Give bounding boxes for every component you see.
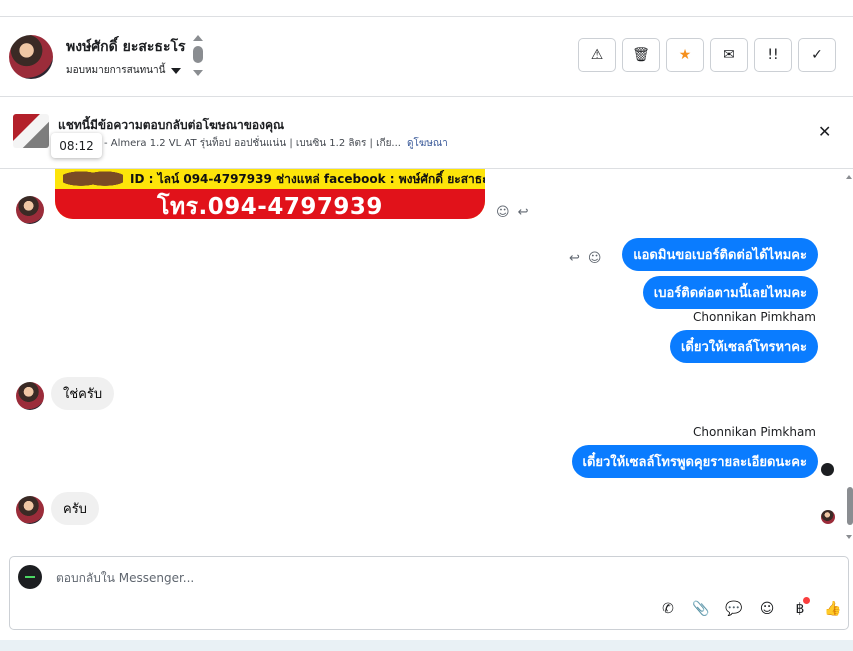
contact-avatar[interactable]	[9, 35, 53, 79]
message-thread[interactable]: ID : ไลน์ 094-4797939 ช่างแหล่ facebook …	[0, 169, 853, 555]
ad-context-bar: แชทนี้มีข้อความตอบกลับต่อโฆษณาของคุณ - A…	[0, 97, 853, 169]
like-icon[interactable]: 👍	[823, 599, 843, 619]
emoji-react-icon[interactable]: ☺	[588, 251, 602, 266]
baht-icon: ฿	[795, 601, 805, 617]
ad-image-attachment[interactable]: ID : ไลน์ 094-4797939 ช่างแหล่ facebook …	[55, 169, 485, 219]
bottom-strip	[0, 640, 853, 651]
contact-avatar-small[interactable]	[16, 496, 44, 524]
assign-conversation-dropdown[interactable]: มอบหมายการสนทนานี้	[66, 63, 182, 78]
spam-button[interactable]: ⚠	[578, 38, 616, 72]
incoming-message[interactable]: ครับ	[51, 492, 99, 525]
scroll-thumb[interactable]	[193, 46, 203, 63]
ad-thumbnail[interactable]	[13, 114, 49, 148]
outgoing-message[interactable]: เดี๋ยวให้เซลล์โทรหาคะ	[669, 330, 818, 363]
reply-input[interactable]	[54, 567, 614, 589]
header-scroll-control[interactable]	[192, 33, 204, 81]
mark-unread-button[interactable]: ✉	[710, 38, 748, 72]
page-seen-avatar	[821, 463, 834, 476]
page-avatar	[18, 565, 42, 589]
add-call-icon[interactable]: ✆	[658, 599, 678, 619]
star-button[interactable]: ★	[666, 38, 704, 72]
outgoing-message[interactable]: เบอร์ติดต่อตามนี้เลยไหมคะ	[642, 276, 818, 309]
reply-icon[interactable]: ↩	[518, 205, 529, 220]
close-icon[interactable]: ✕	[818, 122, 831, 141]
message-actions: ↩ ☺	[569, 251, 601, 266]
message-composer: ✆ 📎 💬 ☺ ฿ 👍	[9, 556, 849, 630]
view-ad-link[interactable]: ดูโฆษณา	[407, 138, 448, 149]
follow-up-button[interactable]: !!	[754, 38, 792, 72]
caret-down-icon	[171, 67, 182, 74]
saved-replies-icon[interactable]: 💬	[724, 599, 744, 619]
scrollbar-down-icon[interactable]	[846, 535, 852, 539]
payment-icon[interactable]: ฿	[790, 597, 810, 619]
warning-icon: ⚠	[590, 47, 604, 63]
exclamation-icon: !!	[767, 47, 779, 63]
sender-name: Chonnikan Pimkham	[693, 425, 816, 439]
sender-name: Chonnikan Pimkham	[693, 310, 816, 324]
outgoing-message[interactable]: เดี๋ยวให้เซลล์โทรพูดคุยรายละเอียดนะคะ	[571, 445, 818, 478]
scrollbar-up-icon[interactable]	[846, 175, 852, 179]
conversation-header: พงษ์ศักดิ์ ยะสะธะโร มอบหมายการสนทนานี้ ⚠…	[0, 17, 853, 97]
contact-avatar-small[interactable]	[16, 382, 44, 410]
scroll-down-icon[interactable]	[193, 70, 203, 76]
emoji-icon[interactable]: ☺	[757, 599, 777, 619]
message-actions: ☺ ↩	[496, 205, 528, 220]
star-icon: ★	[678, 47, 692, 63]
read-receipt-avatar	[821, 510, 835, 524]
delete-button[interactable]: 🗑	[622, 38, 660, 72]
header-actions: ⚠ 🗑 ★ ✉ !! ✓	[578, 38, 836, 72]
ad-context-subtitle: - Almera 1.2 VL AT รุ่นท็อป ออปชั่นแน่น …	[104, 136, 448, 151]
ad-description: - Almera 1.2 VL AT รุ่นท็อป ออปชั่นแน่น …	[104, 138, 401, 149]
scroll-up-icon[interactable]	[193, 35, 203, 41]
assign-label: มอบหมายการสนทนานี้	[66, 65, 166, 76]
ad-image-phone: โทร.094-4797939	[157, 194, 383, 219]
check-icon: ✓	[811, 47, 823, 63]
trash-icon: 🗑	[632, 47, 650, 63]
outgoing-message[interactable]: แอดมินขอเบอร์ติดต่อได้ไหมคะ	[622, 238, 818, 271]
contact-avatar-small[interactable]	[16, 196, 44, 224]
attachment-icon[interactable]: 📎	[691, 599, 711, 619]
reply-icon[interactable]: ↩	[569, 251, 580, 266]
composer-toolbar: ✆ 📎 💬 ☺ ฿ 👍	[658, 597, 843, 619]
timestamp-tooltip: 08:12	[51, 133, 102, 158]
ad-image-contact-line: ID : ไลน์ 094-4797939 ช่างแหล่ facebook …	[130, 172, 485, 186]
incoming-message[interactable]: ใช่ครับ	[51, 377, 115, 410]
contact-name[interactable]: พงษ์ศักดิ์ ยะสะธะโร	[66, 36, 186, 58]
mark-done-button[interactable]: ✓	[798, 38, 836, 72]
scrollbar-thumb[interactable]	[847, 487, 853, 525]
emoji-react-icon[interactable]: ☺	[496, 205, 510, 220]
notification-dot	[803, 597, 810, 604]
envelope-open-icon: ✉	[723, 47, 735, 63]
